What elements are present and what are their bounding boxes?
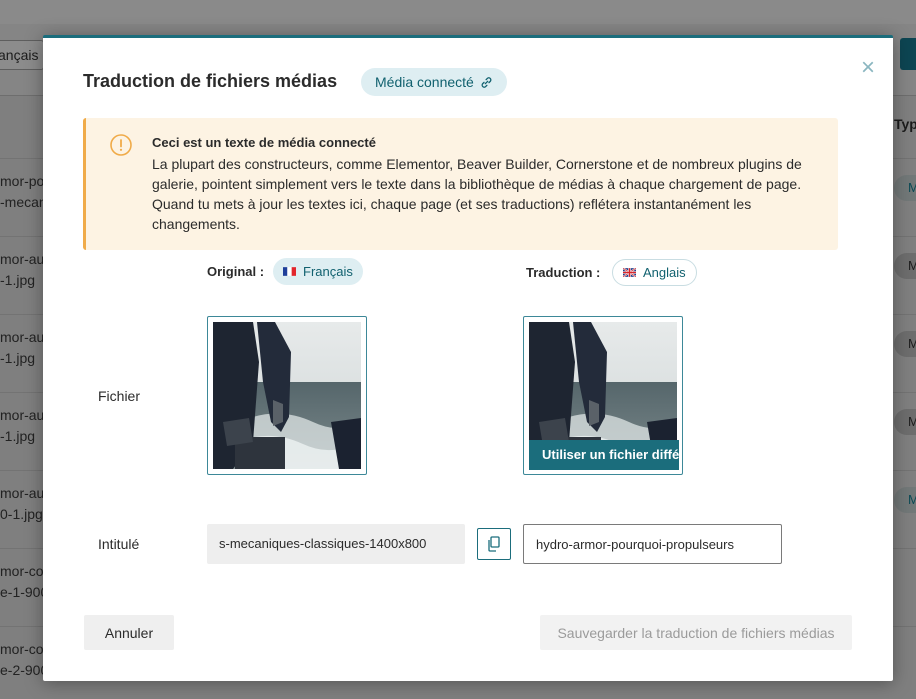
background-row-text: mor-po	[0, 173, 44, 189]
copy-icon	[488, 536, 500, 552]
background-row-badge: M	[894, 175, 916, 201]
translated-title-input[interactable]	[523, 524, 782, 564]
background-column-header: Typ	[894, 116, 916, 132]
translation-language-label: Anglais	[643, 265, 686, 280]
translation-language-chip: Anglais	[612, 259, 697, 286]
original-label: Original :	[207, 264, 265, 279]
connected-media-label: Média connecté	[375, 74, 474, 90]
background-table-row: mor-aut 0-1.jpg	[0, 483, 44, 525]
background-row-badge: M	[894, 253, 916, 279]
background-row-text: mor-aut	[0, 485, 44, 501]
french-flag-icon	[283, 267, 296, 276]
background-row-text: mor-aut	[0, 251, 44, 267]
background-row-badge: M	[894, 331, 916, 357]
info-icon	[110, 134, 132, 156]
background-row-text: mor-co	[0, 563, 44, 579]
save-translation-button[interactable]: Sauvegarder la traduction de fichiers mé…	[540, 615, 852, 650]
dialog-title: Traduction de fichiers médias	[83, 71, 338, 91]
background-row-text: 0-1.jpg	[0, 506, 43, 522]
background-row-text: mor-co	[0, 641, 44, 657]
background-top-bar	[0, 0, 916, 24]
translated-file-thumbnail: Utiliser un fichier différent	[523, 316, 683, 475]
close-icon[interactable]: ×	[858, 56, 878, 80]
copy-original-button[interactable]	[477, 528, 511, 560]
use-different-file-button[interactable]: Utiliser un fichier différent	[529, 440, 679, 470]
background-action-button	[900, 38, 916, 70]
connected-media-notice: Ceci est un texte de média connecté La p…	[83, 118, 838, 250]
background-row-text: e-2-900	[0, 662, 44, 678]
background-table-row: mor-aut -1.jpg	[0, 249, 44, 291]
notice-text: La plupart des constructeurs, comme Elem…	[152, 156, 802, 232]
background-table-row: mor-po -mecan	[0, 171, 44, 213]
uk-flag-icon	[623, 268, 636, 277]
background-table-row: mor-co e-2-900	[0, 639, 44, 681]
background-language-select: ançais	[0, 40, 44, 70]
background-row-text: -1.jpg	[0, 272, 36, 288]
title-row-label: Intitulé	[98, 536, 140, 552]
notice-title: Ceci est un texte de média connecté	[152, 135, 376, 150]
original-language-label: Français	[303, 264, 353, 279]
background-row-text: e-1-900	[0, 584, 44, 600]
background-row-badge: M	[894, 487, 916, 513]
background-row-text: mor-aut	[0, 329, 44, 345]
original-image	[213, 322, 361, 469]
original-title-field: s-mecaniques-classiques-1400x800	[207, 524, 465, 564]
background-row-text: -mecan	[0, 194, 44, 210]
background-row-badge: M	[894, 409, 916, 435]
background-table-row: mor-co e-1-900	[0, 561, 44, 603]
connected-media-chip[interactable]: Média connecté	[361, 68, 507, 96]
link-icon	[481, 76, 492, 88]
background-row-text: mor-aut	[0, 407, 44, 423]
background-table-row: mor-aut -1.jpg	[0, 405, 44, 447]
background-row-text: -1.jpg	[0, 350, 36, 366]
media-translation-dialog: × Traduction de fichiers médias Média co…	[43, 35, 893, 681]
background-row-text: -1.jpg	[0, 428, 36, 444]
translation-label: Traduction :	[526, 265, 601, 280]
cancel-button[interactable]: Annuler	[84, 615, 174, 650]
background-table-row: mor-aut -1.jpg	[0, 327, 44, 369]
original-language-chip: Français	[273, 258, 363, 285]
original-file-thumbnail	[207, 316, 367, 475]
file-row-label: Fichier	[98, 388, 141, 404]
